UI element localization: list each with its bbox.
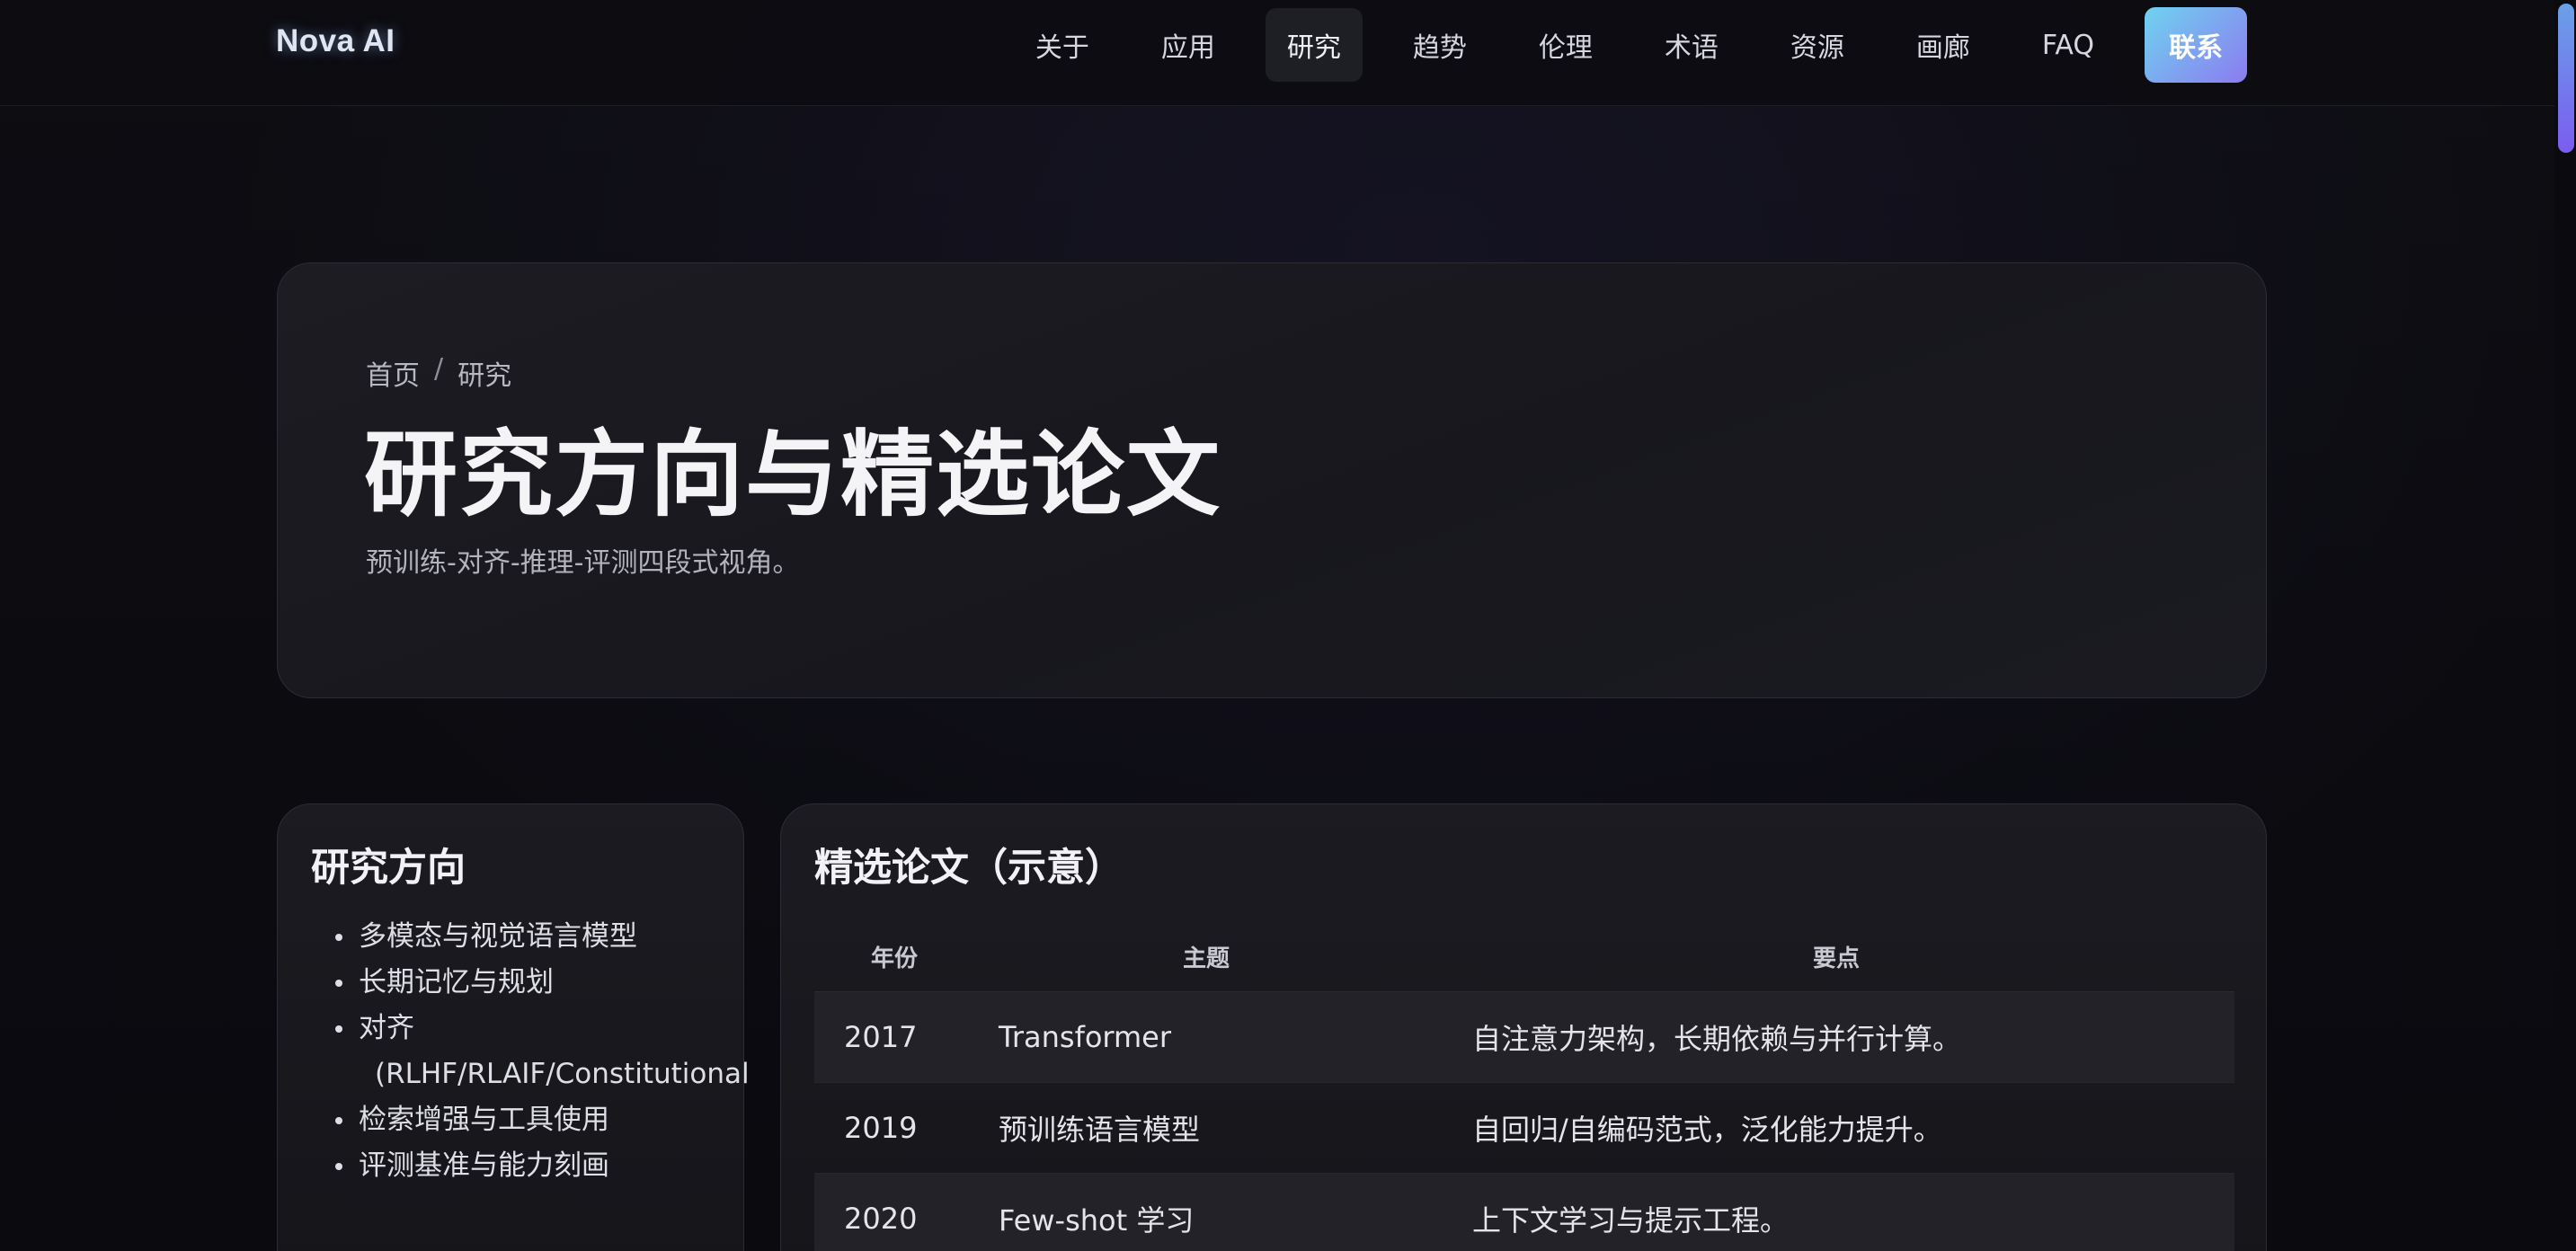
selected-papers-title: 精选论文（示意） bbox=[814, 846, 1124, 891]
cell-topic: Transformer bbox=[974, 991, 1438, 1083]
page-scrollbar[interactable] bbox=[2554, 0, 2576, 1251]
list-item-label: 对齐 bbox=[359, 1012, 414, 1044]
main-nav: 关于 应用 研究 趋势 伦理 术语 资源 画廊 FAQ 联系 bbox=[1014, 7, 2247, 83]
cell-topic: 预训练语言模型 bbox=[974, 1082, 1438, 1174]
list-item-label: 长期记忆与规划 bbox=[359, 966, 554, 998]
nav-item-applications[interactable]: 应用 bbox=[1140, 8, 1237, 82]
research-directions-list: 多模态与视觉语言模型 长期记忆与规划 对齐 (RLHF/RLAIF/Consti… bbox=[330, 914, 797, 1189]
cell-topic: Few-shot 学习 bbox=[974, 1173, 1438, 1251]
scrollbar-thumb[interactable] bbox=[2558, 4, 2574, 153]
page-subtitle: 预训练-对齐-推理-评测四段式视角。 bbox=[366, 547, 800, 579]
nav-item-ethics[interactable]: 伦理 bbox=[1517, 8, 1614, 82]
table-header-row: 年份 主题 要点 bbox=[814, 921, 2234, 992]
column-header-topic: 主题 bbox=[974, 921, 1438, 992]
breadcrumb-home-link[interactable]: 首页 bbox=[366, 353, 420, 393]
table-row: 2017 Transformer 自注意力架构，长期依赖与并行计算。 bbox=[814, 991, 2234, 1083]
hero-panel: 首页 / 研究 研究方向与精选论文 预训练-对齐-推理-评测四段式视角。 bbox=[277, 262, 2267, 698]
list-item: 评测基准与能力刻画 bbox=[330, 1143, 797, 1189]
list-item-label: 检索增强与工具使用 bbox=[359, 1104, 609, 1136]
breadcrumb: 首页 / 研究 bbox=[366, 353, 511, 393]
research-directions-card: 研究方向 多模态与视觉语言模型 长期记忆与规划 对齐 (RLHF/RLAIF/C… bbox=[277, 803, 750, 1251]
breadcrumb-current: 研究 bbox=[457, 360, 512, 392]
alignment-methods-detail: (RLHF/RLAIF/Constitutional bbox=[375, 1058, 750, 1090]
contact-button[interactable]: 联系 bbox=[2145, 7, 2247, 83]
breadcrumb-separator: / bbox=[434, 353, 444, 385]
list-item: 长期记忆与规划 bbox=[330, 960, 797, 1006]
nav-item-faq[interactable]: FAQ bbox=[2021, 8, 2116, 82]
nav-item-trends[interactable]: 趋势 bbox=[1391, 8, 1488, 82]
list-item: 多模态与视觉语言模型 bbox=[330, 914, 797, 960]
cell-point: 上下文学习与提示工程。 bbox=[1438, 1173, 2234, 1251]
nav-item-gallery[interactable]: 画廊 bbox=[1895, 8, 1992, 82]
column-header-year: 年份 bbox=[814, 921, 974, 992]
table-row: 2019 预训练语言模型 自回归/自编码范式，泛化能力提升。 bbox=[814, 1082, 2234, 1174]
top-navigation-bar: Nova AI 关于 应用 研究 趋势 伦理 术语 资源 画廊 FAQ 联系 bbox=[0, 0, 2554, 106]
list-item: 检索增强与工具使用 bbox=[330, 1097, 797, 1143]
selected-papers-card: 精选论文（示意） 年份 主题 要点 2017 Transformer 自注意力架… bbox=[780, 803, 2267, 1251]
cell-year: 2017 bbox=[814, 991, 974, 1083]
table-row: 2020 Few-shot 学习 上下文学习与提示工程。 bbox=[814, 1173, 2234, 1251]
nav-item-research[interactable]: 研究 bbox=[1265, 8, 1363, 82]
cell-year: 2019 bbox=[814, 1082, 974, 1174]
brand-logo[interactable]: Nova AI bbox=[276, 23, 395, 59]
papers-table: 年份 主题 要点 2017 Transformer 自注意力架构，长期依赖与并行… bbox=[814, 921, 2234, 1251]
list-item-label: 评测基准与能力刻画 bbox=[359, 1149, 609, 1182]
list-item: 对齐 (RLHF/RLAIF/Constitutional bbox=[330, 1006, 797, 1097]
list-item-label: 多模态与视觉语言模型 bbox=[359, 920, 637, 953]
cell-point: 自回归/自编码范式，泛化能力提升。 bbox=[1438, 1082, 2234, 1174]
cell-point: 自注意力架构，长期依赖与并行计算。 bbox=[1438, 991, 2234, 1083]
nav-item-resources[interactable]: 资源 bbox=[1769, 8, 1866, 82]
nav-item-glossary[interactable]: 术语 bbox=[1643, 8, 1740, 82]
nav-item-about[interactable]: 关于 bbox=[1014, 8, 1111, 82]
column-header-point: 要点 bbox=[1438, 921, 2234, 992]
research-directions-title: 研究方向 bbox=[311, 846, 466, 891]
cell-year: 2020 bbox=[814, 1173, 974, 1251]
page-title: 研究方向与精选论文 bbox=[364, 420, 1222, 529]
page: Nova AI 关于 应用 研究 趋势 伦理 术语 资源 画廊 FAQ 联系 首… bbox=[0, 0, 2576, 1251]
